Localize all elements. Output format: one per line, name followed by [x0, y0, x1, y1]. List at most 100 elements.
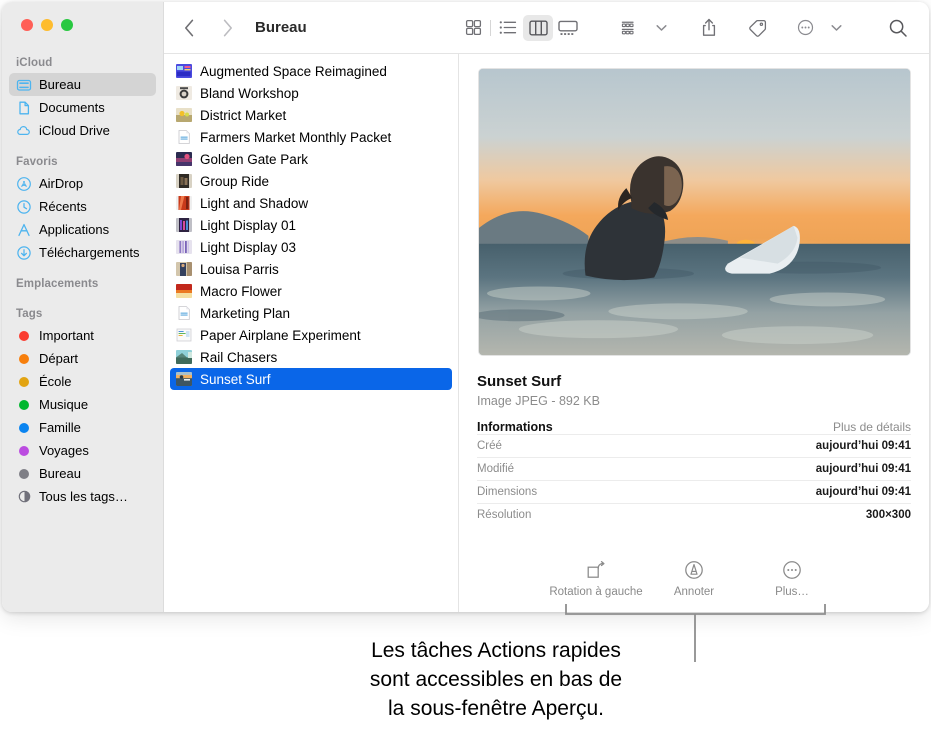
- search-button[interactable]: [883, 15, 913, 41]
- sidebar-item-label: Récents: [39, 199, 87, 214]
- sidebar-group-tags: Tags Important Départ École Musique Fami…: [2, 308, 163, 508]
- list-item-label: Sunset Surf: [200, 372, 271, 387]
- caption-line-2: sont accessibles en bas de: [300, 665, 692, 694]
- sidebar-item-label: Musique: [39, 397, 88, 412]
- more-actions-chevron-down-icon[interactable]: [821, 15, 851, 41]
- sidebar-item-tag-important[interactable]: Important: [9, 324, 156, 347]
- sidebar-item-tag-bureau[interactable]: Bureau: [9, 462, 156, 485]
- zoom-button[interactable]: [61, 19, 73, 31]
- sidebar-item-recents[interactable]: Récents: [9, 195, 156, 218]
- sidebar-group-emplacements: Emplacements: [2, 278, 163, 294]
- image-thumbnail-icon: [176, 218, 192, 232]
- list-item-selected[interactable]: Sunset Surf: [170, 368, 452, 390]
- share-button[interactable]: [694, 15, 724, 41]
- markup-icon: [684, 560, 704, 580]
- sidebar-item-label: AirDrop: [39, 176, 83, 191]
- list-item-label: Marketing Plan: [200, 306, 290, 321]
- all-tags-icon: [16, 489, 32, 505]
- gallery-view-button[interactable]: [553, 15, 583, 41]
- presentation-thumbnail-icon: [176, 328, 192, 342]
- list-item[interactable]: Louisa Parris: [170, 258, 452, 280]
- cloud-icon: [16, 123, 32, 139]
- list-item-label: Bland Workshop: [200, 86, 299, 101]
- list-item[interactable]: District Market: [170, 104, 452, 126]
- info-row: Créé aujourd’hui 09:41: [477, 434, 911, 457]
- info-row-key: Créé: [477, 440, 502, 452]
- quick-action-rotate-left[interactable]: Rotation à gauche: [547, 560, 645, 598]
- list-item-label: Golden Gate Park: [200, 152, 308, 167]
- sidebar-item-downloads[interactable]: Téléchargements: [9, 241, 156, 264]
- downloads-icon: [16, 245, 32, 261]
- sidebar-item-airdrop[interactable]: AirDrop: [9, 172, 156, 195]
- quick-actions-bar: Rotation à gauche Annoter Plus…: [477, 560, 911, 612]
- tag-dot-icon: [16, 374, 32, 390]
- close-button[interactable]: [21, 19, 33, 31]
- sidebar-section-title-icloud: iCloud: [2, 57, 163, 73]
- forward-button[interactable]: [216, 17, 238, 39]
- list-item[interactable]: Augmented Space Reimagined: [170, 60, 452, 82]
- sidebar-item-tag-depart[interactable]: Départ: [9, 347, 156, 370]
- ellipsis-circle-icon: [782, 560, 802, 580]
- sidebar-item-tag-famille[interactable]: Famille: [9, 416, 156, 439]
- list-item[interactable]: Bland Workshop: [170, 82, 452, 104]
- info-heading: Informations: [477, 420, 553, 434]
- info-row-key: Modifié: [477, 463, 514, 475]
- sidebar-section-title-favoris: Favoris: [2, 156, 163, 172]
- caption-line-3: la sous-fenêtre Aperçu.: [300, 694, 692, 723]
- file-list-column[interactable]: Augmented Space Reimagined Bland Worksho…: [164, 54, 459, 612]
- sidebar-item-tag-ecole[interactable]: École: [9, 370, 156, 393]
- window-controls: [2, 2, 163, 46]
- list-item[interactable]: Light Display 01: [170, 214, 452, 236]
- image-thumbnail-icon: [176, 350, 192, 364]
- back-button[interactable]: [178, 17, 200, 39]
- list-item[interactable]: Macro Flower: [170, 280, 452, 302]
- list-item[interactable]: Marketing Plan: [170, 302, 452, 324]
- quick-action-label: Rotation à gauche: [549, 586, 642, 598]
- sidebar-item-label: Bureau: [39, 466, 81, 481]
- list-item[interactable]: Light Display 03: [170, 236, 452, 258]
- info-row-key: Résolution: [477, 509, 531, 521]
- list-item-label: Macro Flower: [200, 284, 282, 299]
- group-by-button[interactable]: [615, 15, 645, 41]
- list-item[interactable]: Rail Chasers: [170, 346, 452, 368]
- list-item[interactable]: Golden Gate Park: [170, 148, 452, 170]
- list-item[interactable]: Light and Shadow: [170, 192, 452, 214]
- image-thumbnail-icon: [176, 262, 192, 276]
- list-item[interactable]: Paper Airplane Experiment: [170, 324, 452, 346]
- group-by-chevron-down-icon[interactable]: [646, 15, 676, 41]
- sidebar-item-applications[interactable]: Applications: [9, 218, 156, 241]
- quick-action-markup[interactable]: Annoter: [645, 560, 743, 598]
- sidebar-item-tag-voyages[interactable]: Voyages: [9, 439, 156, 462]
- list-item[interactable]: Group Ride: [170, 170, 452, 192]
- document-thumbnail-icon: [176, 306, 192, 320]
- list-item[interactable]: Farmers Market Monthly Packet: [170, 126, 452, 148]
- sidebar-item-label: Téléchargements: [39, 245, 139, 260]
- caption-line-1: Les tâches Actions rapides: [300, 636, 692, 665]
- tag-dot-icon: [16, 420, 32, 436]
- list-view-button[interactable]: [493, 15, 523, 41]
- sidebar-item-bureau[interactable]: Bureau: [9, 73, 156, 96]
- document-thumbnail-icon: [176, 130, 192, 144]
- preview-image: [478, 68, 911, 356]
- sidebar-item-documents[interactable]: Documents: [9, 96, 156, 119]
- view-switcher: [458, 15, 583, 41]
- image-thumbnail-icon: [176, 174, 192, 188]
- list-item-label: Light and Shadow: [200, 196, 308, 211]
- column-view-button[interactable]: [523, 15, 553, 41]
- image-thumbnail-icon: [176, 372, 192, 386]
- sidebar-item-all-tags[interactable]: Tous les tags…: [9, 485, 156, 508]
- list-item-label: Augmented Space Reimagined: [200, 64, 387, 79]
- minimize-button[interactable]: [41, 19, 53, 31]
- info-row-value: aujourd’hui 09:41: [816, 440, 911, 452]
- icon-view-button[interactable]: [458, 15, 488, 41]
- image-thumbnail-icon: [176, 64, 192, 78]
- sidebar-item-icloud-drive[interactable]: iCloud Drive: [9, 119, 156, 142]
- finder-window: iCloud Bureau Documents iCloud Drive: [2, 2, 929, 612]
- info-row-value: aujourd’hui 09:41: [816, 486, 911, 498]
- quick-action-more[interactable]: Plus…: [743, 560, 841, 598]
- tags-button[interactable]: [742, 15, 772, 41]
- more-details-link[interactable]: Plus de détails: [833, 420, 911, 434]
- sidebar-item-tag-musique[interactable]: Musique: [9, 393, 156, 416]
- more-actions-button[interactable]: [790, 15, 820, 41]
- sidebar-group-favoris: Favoris AirDrop Récents Applications: [2, 156, 163, 264]
